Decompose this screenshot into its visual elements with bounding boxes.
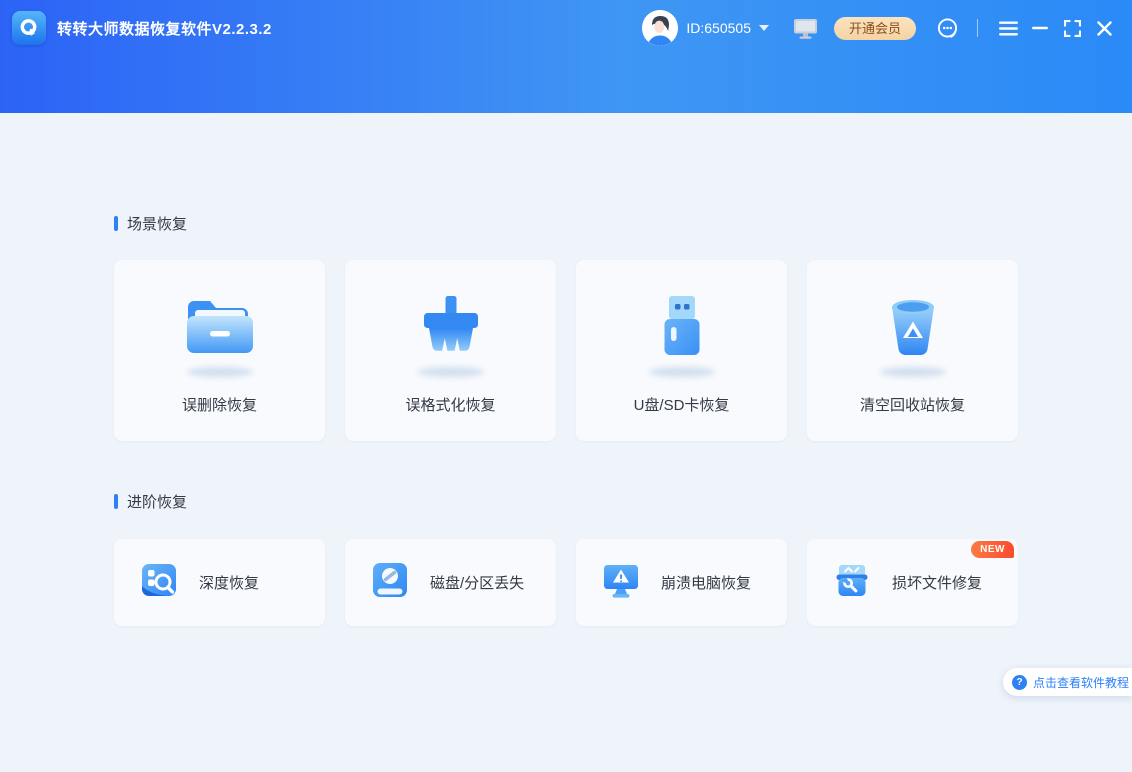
recycle-bin-icon (875, 293, 951, 364)
menu-icon[interactable] (992, 12, 1024, 44)
section-scene-recovery: 场景恢复 (114, 213, 1132, 234)
card-corrupt-file-repair[interactable]: 损坏文件修复 NEW (807, 539, 1018, 626)
card-label: 崩溃电脑恢复 (661, 575, 752, 592)
app-logo-icon (12, 11, 46, 45)
card-disk-partition-loss[interactable]: 磁盘/分区丢失 (345, 539, 556, 626)
section-title: 进阶恢复 (127, 494, 188, 511)
format-brush-icon (413, 293, 489, 364)
new-badge: NEW (971, 541, 1014, 558)
card-label: 误格式化恢复 (405, 397, 496, 414)
scene-cards-row: 误删除恢复 误格式化恢复 U盘/SD卡恢复 清空回收站恢复 (114, 260, 1132, 441)
question-icon: ? (1012, 674, 1027, 690)
icon-shadow (186, 367, 253, 377)
advanced-cards-row: 深度恢复 磁盘/分区丢失 崩溃电脑恢复 损坏文件修复 NEW (114, 512, 1132, 626)
icon-shadow (648, 367, 715, 377)
open-vip-button[interactable]: 开通会员 (833, 16, 916, 40)
chevron-down-icon[interactable] (758, 25, 769, 31)
card-deleted-file-recovery[interactable]: 误删除恢复 (114, 260, 325, 441)
app-title: 转转大师数据恢复软件V2.2.3.2 (57, 20, 272, 38)
card-formatted-recovery[interactable]: 误格式化恢复 (345, 260, 556, 441)
accent-bar (114, 494, 118, 509)
usb-drive-icon (644, 293, 720, 364)
icon-shadow (879, 367, 946, 377)
titlebar-divider (977, 19, 978, 37)
user-id: ID:650505 (686, 20, 751, 36)
deep-scan-icon (139, 560, 179, 605)
icon-shadow (417, 367, 484, 377)
user-avatar[interactable] (642, 10, 679, 46)
card-label: 磁盘/分区丢失 (430, 575, 525, 592)
card-usb-sd-recovery[interactable]: U盘/SD卡恢复 (576, 260, 787, 441)
maximize-icon[interactable] (1056, 12, 1088, 44)
card-label: 误删除恢复 (181, 397, 257, 414)
card-label: 深度恢复 (199, 575, 260, 592)
card-label: 损坏文件修复 (892, 575, 983, 592)
card-crashed-pc-recovery[interactable]: 崩溃电脑恢复 (576, 539, 787, 626)
folder-icon (182, 293, 258, 364)
tutorial-button[interactable]: ? 点击查看软件教程 (1003, 668, 1132, 696)
card-recycle-bin-recovery[interactable]: 清空回收站恢复 (807, 260, 1018, 441)
accent-bar (114, 216, 118, 231)
disk-partition-icon (370, 560, 410, 605)
tutorial-label: 点击查看软件教程 (1033, 675, 1130, 690)
card-deep-recovery[interactable]: 深度恢复 (114, 539, 325, 626)
device-monitor-icon[interactable] (793, 17, 818, 39)
main-content: 场景恢复 误删除恢复 误格式化恢复 U盘/SD卡恢复 清空回收站恢复 进阶恢复 … (0, 113, 1132, 626)
customer-service-icon[interactable] (936, 16, 961, 41)
crashed-pc-icon (601, 560, 641, 605)
minimize-icon[interactable] (1024, 12, 1056, 44)
close-icon[interactable] (1088, 12, 1120, 44)
card-label: 清空回收站恢复 (859, 397, 965, 414)
card-label: U盘/SD卡恢复 (633, 397, 730, 414)
file-repair-icon (832, 560, 872, 605)
titlebar: 转转大师数据恢复软件V2.2.3.2 ID:650505 开通会员 (0, 0, 1132, 113)
section-advanced-recovery: 进阶恢复 (114, 491, 1132, 512)
section-title: 场景恢复 (127, 216, 188, 233)
